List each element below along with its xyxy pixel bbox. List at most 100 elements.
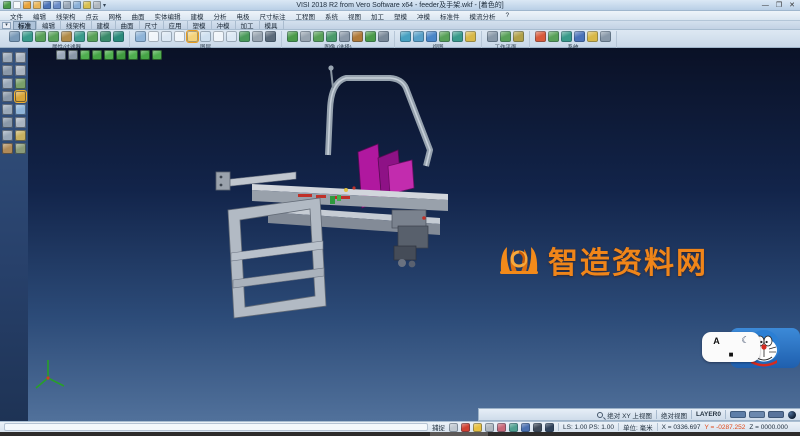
- layer-group-icon[interactable]: [252, 31, 263, 42]
- menu-item[interactable]: 文件: [5, 11, 28, 21]
- menu-item[interactable]: 点云: [81, 11, 104, 21]
- filter-reset-icon[interactable]: [113, 31, 124, 42]
- system-grid-icon[interactable]: [548, 31, 559, 42]
- group-tool-icon[interactable]: [2, 143, 13, 154]
- menu-item[interactable]: 工程图: [291, 11, 321, 21]
- zoom-all-icon[interactable]: [400, 31, 411, 42]
- layer-current-icon[interactable]: [187, 31, 198, 42]
- shade-selection-icon[interactable]: [365, 31, 376, 42]
- tab-apply[interactable]: 应用: [164, 21, 188, 30]
- tab-wireframe[interactable]: 线架构: [61, 21, 92, 30]
- layer-visible-icon[interactable]: [200, 31, 211, 42]
- menu-item[interactable]: 分析: [209, 11, 232, 21]
- tab-surface[interactable]: 曲面: [116, 21, 140, 30]
- layer-copy-icon[interactable]: [161, 31, 172, 42]
- color-swatch-3[interactable]: [768, 411, 784, 418]
- tab-modeling[interactable]: 建模: [92, 21, 116, 30]
- maximize-button[interactable]: ❐: [776, 2, 782, 9]
- workplane-align-icon[interactable]: [500, 31, 511, 42]
- shade-wire-icon[interactable]: [300, 31, 311, 42]
- copy-tool-icon[interactable]: [2, 91, 13, 102]
- tab-machining[interactable]: 加工: [236, 21, 260, 30]
- minimize-button[interactable]: —: [762, 2, 769, 9]
- tab-standard[interactable]: 标准: [13, 21, 37, 30]
- tab-mould[interactable]: 塑模: [188, 21, 212, 30]
- zoom-window-icon[interactable]: [413, 31, 424, 42]
- menu-item[interactable]: 建模: [186, 11, 209, 21]
- active-layer-label[interactable]: LAYER0: [696, 411, 721, 418]
- mask-filter-icon[interactable]: [100, 31, 111, 42]
- toolbar-dropdown-button[interactable]: ▾: [2, 22, 11, 29]
- menu-item[interactable]: 标准件: [435, 11, 465, 21]
- menu-item[interactable]: 冲模: [412, 11, 435, 21]
- menu-item[interactable]: 电极: [232, 11, 255, 21]
- chamfer-tool-icon[interactable]: [2, 130, 13, 141]
- offset-tool-icon[interactable]: [2, 117, 13, 128]
- system-info-icon[interactable]: [600, 31, 611, 42]
- select-tool-icon[interactable]: [2, 52, 13, 63]
- layer-hide-icon[interactable]: [213, 31, 224, 42]
- move-tool-icon[interactable]: [2, 65, 13, 76]
- layer-all-icon[interactable]: [265, 31, 276, 42]
- zoom-previous-icon[interactable]: [426, 31, 437, 42]
- fillet-tool-icon[interactable]: [15, 117, 26, 128]
- workplane-set-icon[interactable]: [487, 31, 498, 42]
- shade-edges-icon[interactable]: [339, 31, 350, 42]
- menu-item[interactable]: 实体编辑: [150, 11, 186, 21]
- refresh-view-icon[interactable]: [533, 423, 542, 432]
- attribute-copy-icon[interactable]: [22, 31, 33, 42]
- 3d-model-viewport[interactable]: 智造资料网 A ☾: [28, 48, 800, 421]
- workplane-reset-icon[interactable]: [513, 31, 524, 42]
- layer-new-icon[interactable]: [148, 31, 159, 42]
- view-pan-icon[interactable]: [452, 31, 463, 42]
- menu-item[interactable]: 曲面: [127, 11, 150, 21]
- close-button[interactable]: ✕: [789, 2, 795, 9]
- color-filter-icon[interactable]: [35, 31, 46, 42]
- menu-item[interactable]: 线架构: [51, 11, 81, 21]
- system-snap-icon[interactable]: [561, 31, 572, 42]
- menu-item[interactable]: 编辑: [28, 11, 51, 21]
- plane-toggle-icon[interactable]: [497, 423, 506, 432]
- system-settings-icon[interactable]: [535, 31, 546, 42]
- command-prompt-field[interactable]: [4, 423, 428, 431]
- menu-item[interactable]: ?: [501, 12, 515, 19]
- shade-hidden-icon[interactable]: [313, 31, 324, 42]
- menu-item[interactable]: 尺寸标注: [255, 11, 291, 21]
- ortho-toggle-icon[interactable]: [461, 423, 470, 432]
- view-name-label[interactable]: 绝对视图: [661, 410, 687, 420]
- layer-move-icon[interactable]: [174, 31, 185, 42]
- layer-manager-icon[interactable]: [135, 31, 146, 42]
- grid-toggle-icon[interactable]: [473, 423, 482, 432]
- menu-item[interactable]: 模流分析: [465, 11, 501, 21]
- delete-tool-icon[interactable]: [15, 52, 26, 63]
- status-sphere-icon[interactable]: [788, 411, 796, 419]
- extend-tool-icon[interactable]: [15, 104, 26, 115]
- rotate-tool-icon[interactable]: [15, 65, 26, 76]
- element-filter-icon[interactable]: [48, 31, 59, 42]
- menu-item[interactable]: 加工: [366, 11, 389, 21]
- menu-item[interactable]: 视图: [343, 11, 366, 21]
- shade-on-icon[interactable]: [287, 31, 298, 42]
- tab-edit[interactable]: 编辑: [37, 21, 61, 30]
- view-rotate-icon[interactable]: [439, 31, 450, 42]
- entity-info-icon[interactable]: [61, 31, 72, 42]
- highlight-tool-icon[interactable]: [15, 91, 26, 102]
- snap-toggle-icon[interactable]: [449, 423, 458, 432]
- shade-transparent-icon[interactable]: [326, 31, 337, 42]
- view-mode-label[interactable]: 绝对 XY 上视图: [607, 410, 652, 420]
- taskbar-button[interactable]: [430, 432, 488, 436]
- mirror-tool-icon[interactable]: [2, 78, 13, 89]
- tab-tooling[interactable]: 模具: [260, 21, 284, 30]
- layer-freeze-icon[interactable]: [226, 31, 237, 42]
- color-swatch-1[interactable]: [730, 411, 746, 418]
- tab-die[interactable]: 冲模: [212, 21, 236, 30]
- shade-box-icon[interactable]: [378, 31, 389, 42]
- depth-toggle-icon[interactable]: [509, 423, 518, 432]
- menu-item[interactable]: 塑模: [389, 11, 412, 21]
- scale-tool-icon[interactable]: [15, 78, 26, 89]
- menu-item[interactable]: 网格: [104, 11, 127, 21]
- view-iso-icon[interactable]: [465, 31, 476, 42]
- wcs-toggle-icon[interactable]: [521, 423, 530, 432]
- tab-dimension[interactable]: 尺寸: [140, 21, 164, 30]
- menu-item[interactable]: 系统: [320, 11, 343, 21]
